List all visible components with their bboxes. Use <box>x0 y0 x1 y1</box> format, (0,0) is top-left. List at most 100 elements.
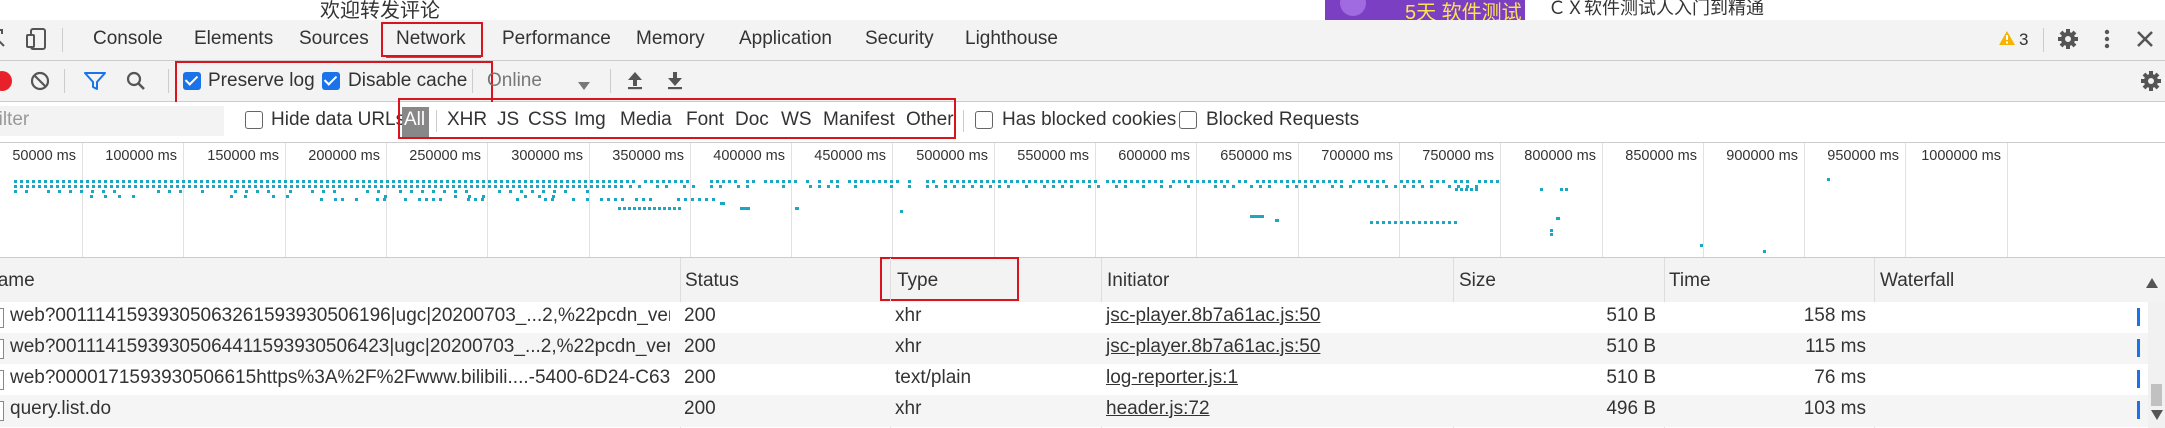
overview-request-bar <box>614 185 617 188</box>
request-name[interactable]: web?000017159393050661​5https%3A%2F%2Fww… <box>10 367 670 389</box>
inspect-element-icon[interactable] <box>0 28 8 48</box>
overview-request-bar <box>1187 185 1190 188</box>
overview-request-bar <box>1268 185 1271 188</box>
overview-request-bar <box>531 190 534 193</box>
column-header-waterfall[interactable]: Waterfall <box>1880 270 1954 292</box>
tab-elements[interactable]: Elements <box>194 28 273 50</box>
request-initiator[interactable]: header.js:72 <box>1106 398 1210 420</box>
overview-request-bar <box>1070 180 1073 183</box>
import-har-icon[interactable] <box>626 70 644 90</box>
overview-request-bar <box>278 180 281 183</box>
overview-request-bar <box>416 185 419 188</box>
column-header-size[interactable]: Size <box>1459 270 1496 292</box>
tab-application[interactable]: Application <box>739 28 832 50</box>
overview-request-bar <box>1244 180 1247 183</box>
overview-request-bar <box>384 195 387 198</box>
column-header-time[interactable]: Time <box>1669 270 1711 292</box>
hide-data-urls-checkbox[interactable] <box>245 111 263 129</box>
overview-request-bar <box>278 185 281 188</box>
blocked-requests-label[interactable]: Blocked Requests <box>1206 109 1359 131</box>
export-har-icon[interactable] <box>666 70 684 90</box>
request-initiator[interactable]: jsc-player.8b7a61ac.js:50 <box>1106 336 1320 358</box>
throttling-select[interactable]: Online <box>487 70 542 92</box>
warning-count[interactable]: 3 <box>2019 30 2028 50</box>
overview-request-bar <box>272 185 275 188</box>
overview-request-bar <box>230 195 233 198</box>
column-header-initiator[interactable]: Initiator <box>1107 270 1169 292</box>
request-name[interactable]: web?001114159393050632615939305061​96|ug… <box>10 305 670 327</box>
search-icon[interactable] <box>126 71 146 91</box>
tab-sources[interactable]: Sources <box>299 28 369 50</box>
request-size: 496 B <box>1606 398 1656 419</box>
network-settings-gear-icon[interactable] <box>2140 70 2162 92</box>
column-header-status[interactable]: Status <box>685 270 739 292</box>
overview-request-bar <box>944 180 947 183</box>
hide-data-urls-label[interactable]: Hide data URLs <box>271 109 405 131</box>
blocked-requests-checkbox[interactable] <box>1179 111 1197 129</box>
request-name[interactable]: query.list.do <box>10 398 670 420</box>
tab-performance[interactable]: Performance <box>502 28 611 50</box>
overview-request-bar <box>586 198 589 201</box>
table-scrollbar[interactable] <box>2148 302 2165 428</box>
more-options-icon[interactable] <box>2104 29 2110 49</box>
close-icon[interactable] <box>2136 30 2154 48</box>
overview-request-bar <box>512 185 515 188</box>
has-blocked-cookies-label[interactable]: Has blocked cookies <box>1002 109 1176 131</box>
overview-request-bar <box>1196 180 1199 183</box>
overview-request-bar <box>620 180 623 183</box>
overview-request-bar <box>206 180 209 183</box>
overview-request-bar <box>1352 180 1355 183</box>
overview-request-bar <box>1169 185 1172 188</box>
request-initiator[interactable]: log-reporter.js:1 <box>1106 367 1238 389</box>
overview-request-bar <box>428 180 431 183</box>
tab-console[interactable]: Console <box>93 28 163 50</box>
overview-request-bar <box>818 180 821 183</box>
clear-icon[interactable] <box>30 71 50 91</box>
overview-request-bar <box>633 207 636 210</box>
overview-request-bar <box>827 185 830 188</box>
overview-request-bar <box>132 195 135 198</box>
overview-request-bar <box>1094 180 1097 183</box>
request-initiator[interactable]: jsc-player.8b7a61ac.js:50 <box>1106 305 1320 327</box>
column-header-name[interactable]: Name <box>0 270 35 292</box>
overview-request-bar <box>710 180 713 183</box>
overview-request-bar <box>47 190 50 193</box>
has-blocked-cookies-checkbox[interactable] <box>975 111 993 129</box>
filter-input[interactable] <box>0 106 224 136</box>
overview-request-bar <box>267 190 270 193</box>
request-type: text/plain <box>895 367 972 388</box>
overview-tick-label: 150000 ms <box>207 148 279 164</box>
overview-request-bar <box>488 185 491 188</box>
overview-request-bar <box>1418 180 1421 183</box>
chevron-down-icon[interactable] <box>578 77 590 90</box>
overview-request-bar <box>392 185 395 188</box>
overview-request-bar <box>1118 180 1121 183</box>
waterfall-bar <box>2137 370 2140 388</box>
overview-request-bar <box>350 185 353 188</box>
request-type: xhr <box>895 305 922 326</box>
overview-request-bar <box>218 185 221 188</box>
overview-request-bar <box>392 180 395 183</box>
overview-request-bar <box>1388 221 1391 224</box>
sort-up-icon[interactable] <box>2146 275 2158 288</box>
overview-request-bar <box>1340 185 1343 188</box>
overview-request-bar <box>1016 180 1019 183</box>
warning-icon[interactable] <box>1998 30 2016 46</box>
overview-request-bar <box>590 185 593 188</box>
request-name[interactable]: web?00111415939305064411593930506423|ugc… <box>10 336 670 358</box>
scroll-down-icon[interactable] <box>2151 410 2163 420</box>
filter-funnel-icon[interactable] <box>84 71 106 91</box>
overview-request-bar <box>470 180 473 183</box>
tab-lighthouse[interactable]: Lighthouse <box>965 28 1058 50</box>
overview-request-bar <box>1190 180 1193 183</box>
tab-security[interactable]: Security <box>865 28 934 50</box>
scrollbar-thumb[interactable] <box>2151 384 2162 406</box>
settings-gear-icon[interactable] <box>2057 28 2079 50</box>
file-icon <box>0 339 4 359</box>
overview-request-bar <box>1022 180 1025 183</box>
overview-request-bar <box>224 185 227 188</box>
device-toolbar-icon[interactable] <box>26 27 50 51</box>
overview-request-bar <box>866 180 869 183</box>
overview-request-bar <box>643 207 646 210</box>
tab-memory[interactable]: Memory <box>636 28 705 50</box>
